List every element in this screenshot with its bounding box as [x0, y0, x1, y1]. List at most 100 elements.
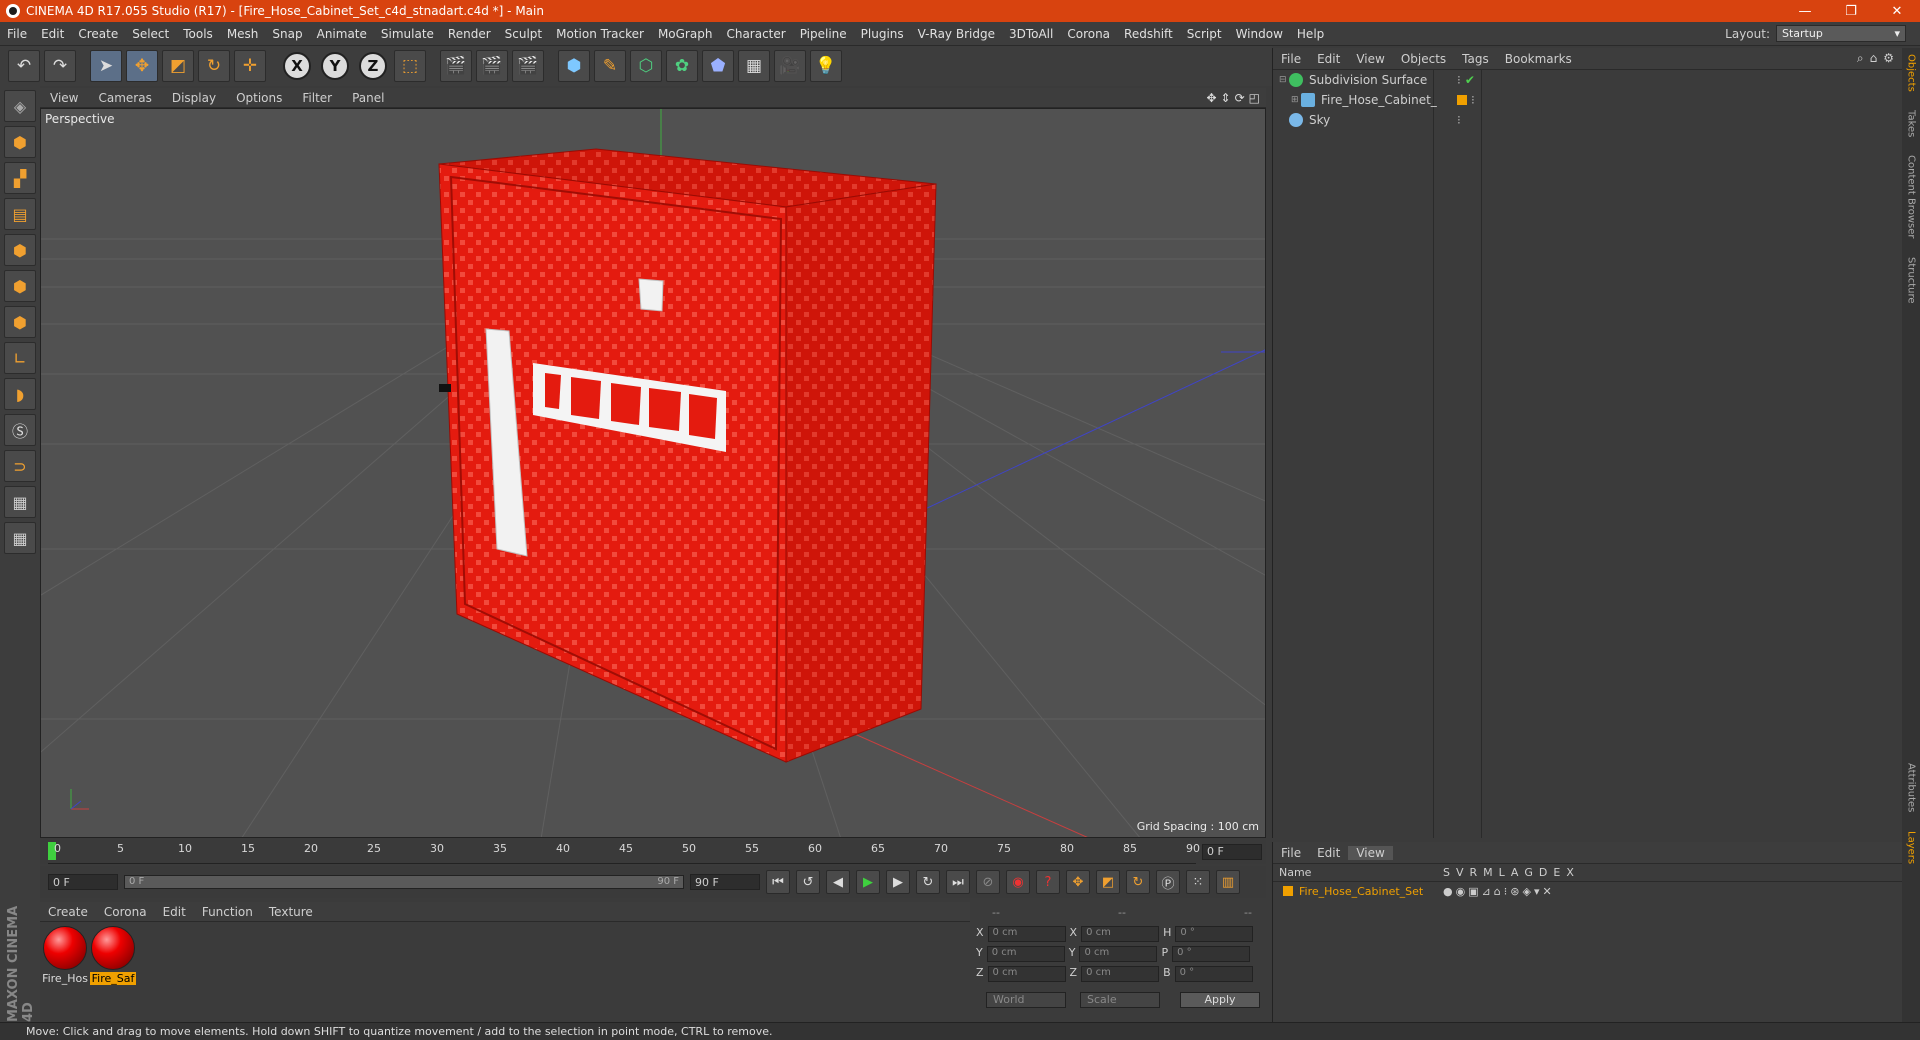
object-row-subdivision[interactable]: ⊟ Subdivision Surface ⁝ ✔: [1273, 70, 1902, 90]
play-button[interactable]: ▶: [856, 870, 880, 894]
lock-workplane-button[interactable]: ▦: [4, 486, 36, 518]
record-keys-button[interactable]: ⊘: [976, 870, 1000, 894]
tab-attributes[interactable]: Attributes: [1906, 763, 1917, 812]
camera-button[interactable]: 🎥: [774, 50, 806, 82]
key-rotation-button[interactable]: ↻: [1126, 870, 1150, 894]
viewport-menu-view[interactable]: View: [40, 91, 88, 105]
viewport-menu-display[interactable]: Display: [162, 91, 226, 105]
rotation-p-field[interactable]: 0 °: [1172, 946, 1251, 962]
menu-simulate[interactable]: Simulate: [374, 27, 441, 41]
objects-menu-tags[interactable]: Tags: [1454, 52, 1497, 66]
render-view-button[interactable]: 🎬: [440, 50, 472, 82]
recent-tool-button[interactable]: ✛: [234, 50, 266, 82]
edges-mode-button[interactable]: ⬢: [4, 270, 36, 302]
layer-color-swatch[interactable]: [1457, 95, 1467, 105]
object-row-sky[interactable]: Sky ⁝: [1273, 110, 1902, 130]
make-editable-button[interactable]: ◈: [4, 90, 36, 122]
visibility-dots-icon[interactable]: ⁝: [1457, 113, 1461, 127]
array-button[interactable]: ✿: [666, 50, 698, 82]
next-key-button[interactable]: ↻: [916, 870, 940, 894]
menu-tools[interactable]: Tools: [176, 27, 220, 41]
render-column[interactable]: R: [1470, 866, 1478, 879]
menu-help[interactable]: Help: [1290, 27, 1331, 41]
tab-layers[interactable]: Layers: [1906, 831, 1917, 864]
solo-button[interactable]: Ⓢ: [4, 414, 36, 446]
go-to-start-button[interactable]: ⏮: [766, 870, 790, 894]
position-x-field[interactable]: 0 cm: [987, 926, 1066, 942]
solo-column[interactable]: S: [1443, 866, 1450, 879]
maximize-view-icon[interactable]: ◰: [1249, 91, 1260, 105]
start-frame-field[interactable]: 0 F: [48, 874, 118, 890]
end-frame-field[interactable]: 90 F: [690, 874, 760, 890]
redo-button[interactable]: ↷: [44, 50, 76, 82]
edit-render-settings-button[interactable]: 🎬: [512, 50, 544, 82]
tab-structure[interactable]: Structure: [1906, 257, 1917, 304]
coordinate-system-button[interactable]: ⬚: [394, 50, 426, 82]
x-axis-button[interactable]: X: [283, 52, 311, 80]
polygons-mode-button[interactable]: ⬢: [4, 306, 36, 338]
texture-mode-button[interactable]: ▞: [4, 162, 36, 194]
previous-key-button[interactable]: ↺: [796, 870, 820, 894]
menu-animate[interactable]: Animate: [310, 27, 374, 41]
deformer-button[interactable]: ⬟: [702, 50, 734, 82]
layers-menu-edit[interactable]: Edit: [1309, 846, 1348, 860]
planar-workplane-button[interactable]: ▦: [4, 522, 36, 554]
timeline-ruler[interactable]: 0 5 10 15 20 25 30 35 40 45 50 55 60 65 …: [40, 840, 1266, 864]
size-x-field[interactable]: 0 cm: [1081, 926, 1160, 942]
cube-primitive-button[interactable]: ⬢: [558, 50, 590, 82]
model-mode-button[interactable]: ⬢: [4, 126, 36, 158]
autokey-button[interactable]: ◉: [1006, 870, 1030, 894]
xref-column[interactable]: X: [1566, 866, 1574, 879]
frame-ruler[interactable]: 0 5 10 15 20 25 30 35 40 45 50 55 60 65 …: [48, 840, 1200, 864]
manager-column[interactable]: M: [1483, 866, 1493, 879]
home-icon[interactable]: ⌂: [1870, 51, 1878, 66]
layer-toggle-icons[interactable]: ●◉▣⊿⌂⁝⊛◈▾✕: [1443, 885, 1555, 898]
menu-script[interactable]: Script: [1180, 27, 1229, 41]
layers-menu-file[interactable]: File: [1273, 846, 1309, 860]
objects-menu-bookmarks[interactable]: Bookmarks: [1497, 52, 1580, 66]
go-to-end-button[interactable]: ⏭: [946, 870, 970, 894]
restore-button[interactable]: ❐: [1828, 4, 1874, 19]
material-menu-texture[interactable]: Texture: [261, 905, 321, 919]
viewport-menu-cameras[interactable]: Cameras: [88, 91, 161, 105]
subdivision-surface-button[interactable]: ⬡: [630, 50, 662, 82]
material-swatch[interactable]: Fire_Hos: [42, 926, 88, 985]
menu-plugins[interactable]: Plugins: [854, 27, 911, 41]
floor-button[interactable]: ▦: [738, 50, 770, 82]
gear-icon[interactable]: ⚙: [1883, 51, 1894, 66]
keyframe-selection-button[interactable]: ?: [1036, 870, 1060, 894]
minimize-button[interactable]: —: [1782, 4, 1828, 19]
menu-mesh[interactable]: Mesh: [220, 27, 266, 41]
y-axis-button[interactable]: Y: [321, 52, 349, 80]
menu-file[interactable]: File: [0, 27, 34, 41]
size-mode-dropdown[interactable]: Scale: [1080, 992, 1160, 1008]
menu-sculpt[interactable]: Sculpt: [498, 27, 549, 41]
layers-menu-view[interactable]: View: [1348, 845, 1393, 860]
enabled-check-icon[interactable]: ✔: [1465, 73, 1475, 87]
perspective-viewport[interactable]: Perspective Grid Spacing : 100 cm: [40, 108, 1266, 838]
apply-button[interactable]: Apply: [1180, 992, 1260, 1008]
move-tool-button[interactable]: ✥: [126, 50, 158, 82]
light-button[interactable]: 💡: [810, 50, 842, 82]
menu-render[interactable]: Render: [441, 27, 498, 41]
menu-select[interactable]: Select: [125, 27, 176, 41]
menu-create[interactable]: Create: [71, 27, 125, 41]
menu-pipeline[interactable]: Pipeline: [793, 27, 854, 41]
menu-vray-bridge[interactable]: V-Ray Bridge: [911, 27, 1002, 41]
render-picture-viewer-button[interactable]: 🎬: [476, 50, 508, 82]
preview-range-slider[interactable]: 0 F 90 F: [124, 875, 684, 889]
visibility-dots-icon[interactable]: ⁝: [1457, 73, 1461, 87]
viewport-menu-panel[interactable]: Panel: [342, 91, 394, 105]
rotate-tool-button[interactable]: ↻: [198, 50, 230, 82]
snap-button[interactable]: ⊃: [4, 450, 36, 482]
dolly-icon[interactable]: ⇕: [1221, 91, 1231, 105]
tab-takes[interactable]: Takes: [1906, 110, 1917, 137]
search-icon[interactable]: ⌕: [1857, 51, 1864, 66]
material-swatch-selected[interactable]: Fire_Saf: [90, 926, 136, 985]
collapse-icon[interactable]: ⊟: [1279, 75, 1289, 85]
points-mode-button[interactable]: ⬢: [4, 234, 36, 266]
tweak-mode-button[interactable]: ◗: [4, 378, 36, 410]
live-selection-button[interactable]: ➤: [90, 50, 122, 82]
tab-content-browser[interactable]: Content Browser: [1906, 155, 1917, 238]
key-pla-button[interactable]: ⁙: [1186, 870, 1210, 894]
